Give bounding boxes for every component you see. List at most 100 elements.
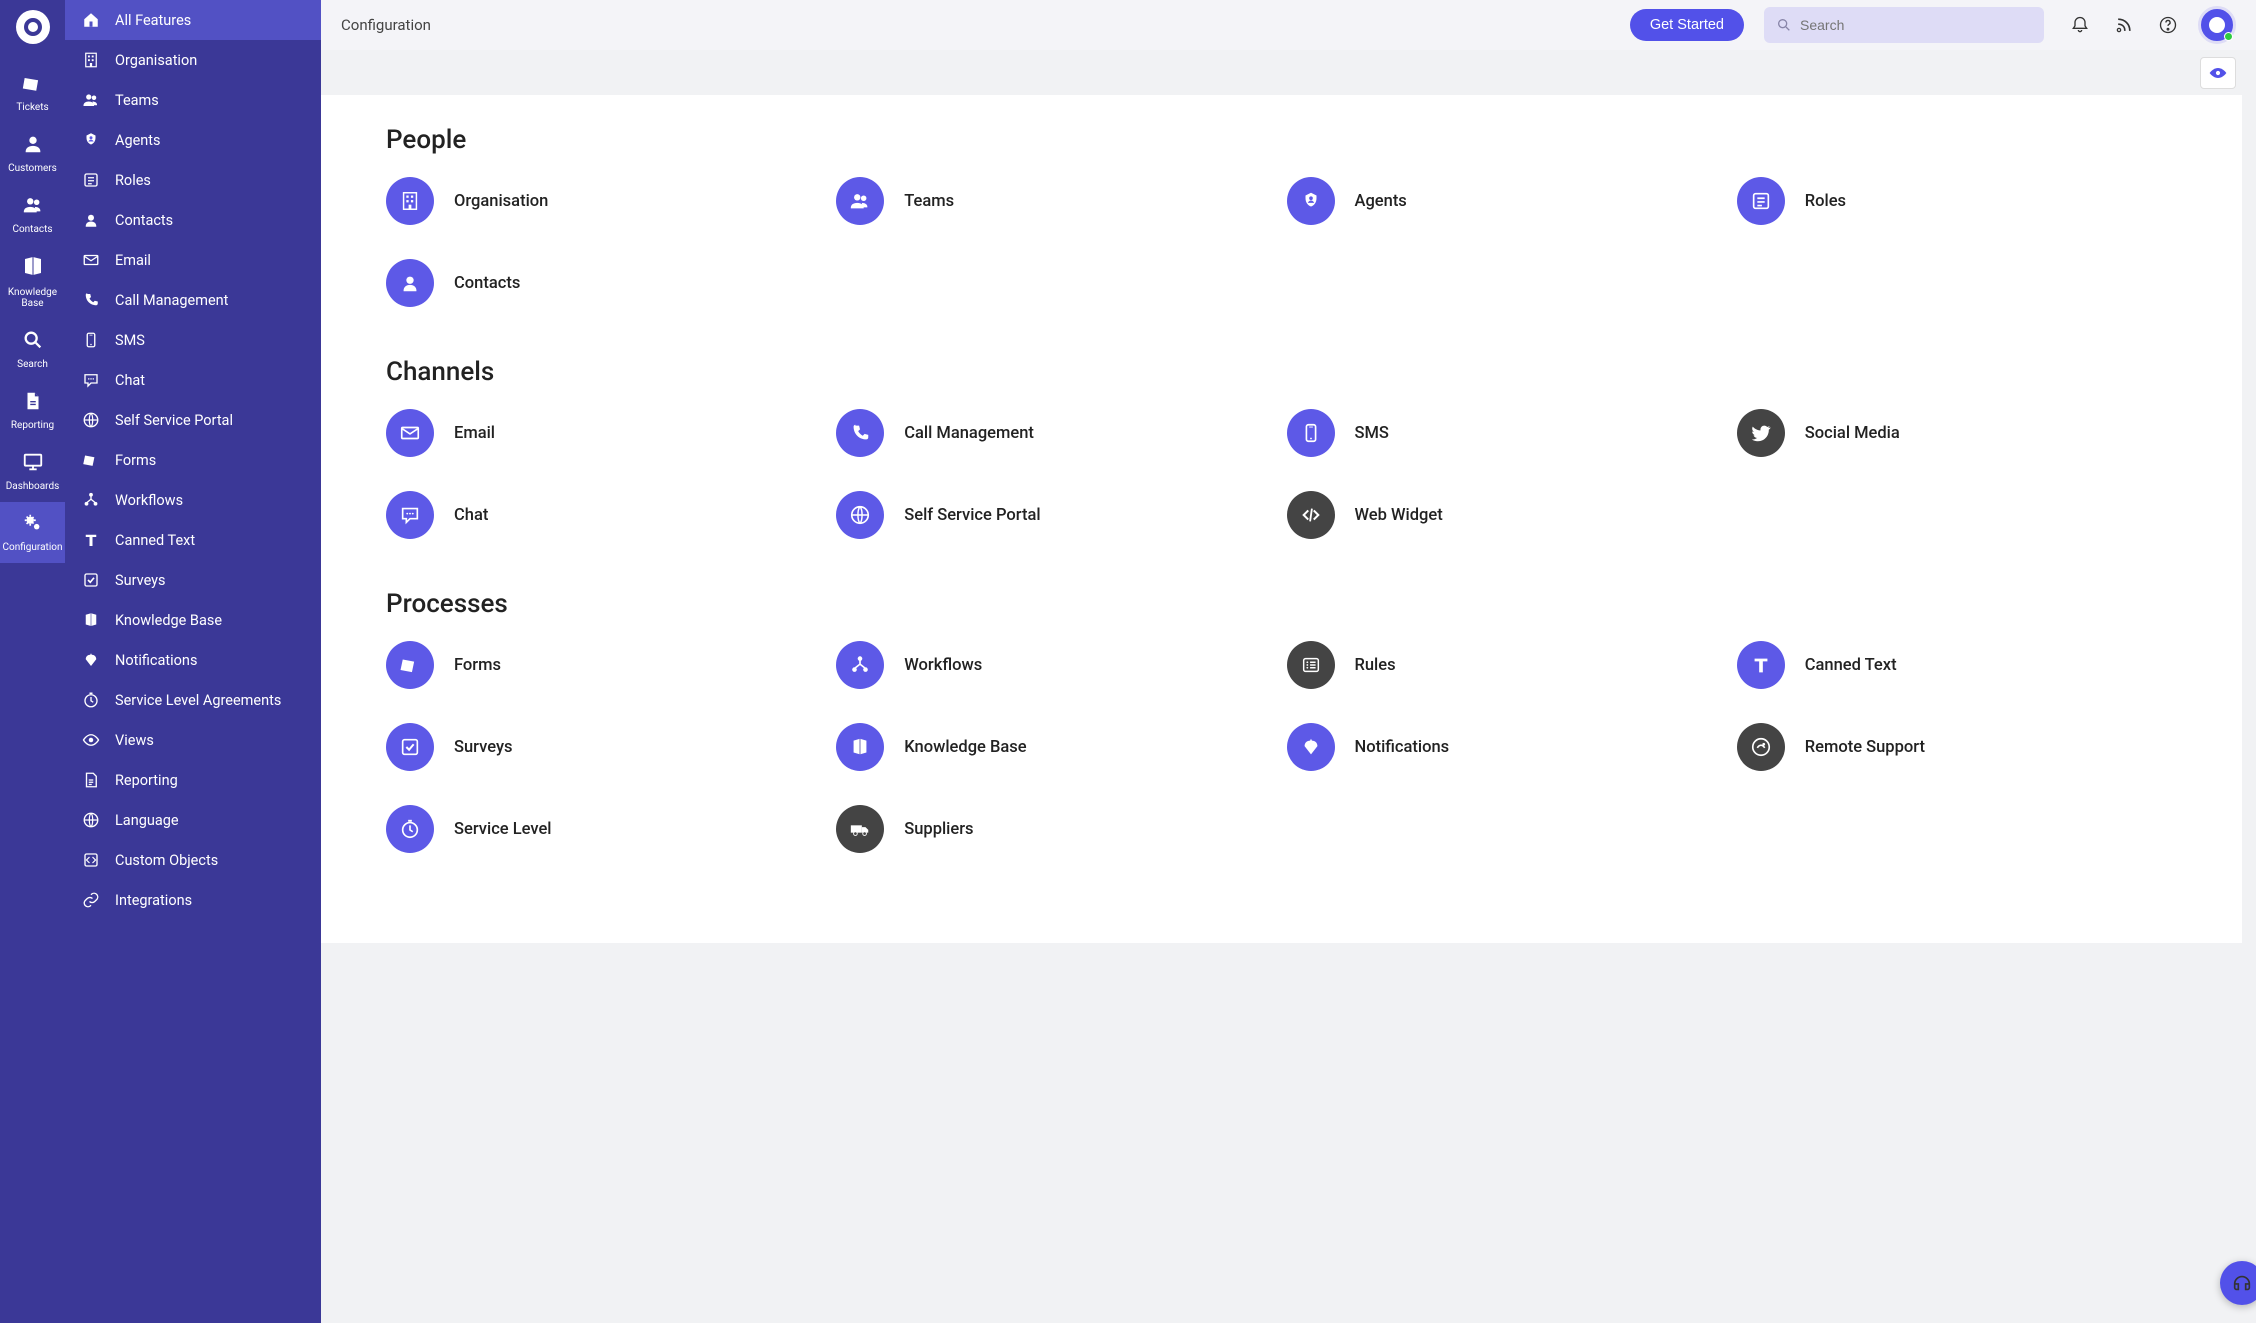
feature-knowledge-base[interactable]: Knowledge Base — [836, 723, 1276, 771]
feature-surveys[interactable]: Surveys — [386, 723, 826, 771]
subnav-all-features[interactable]: All Features — [65, 0, 321, 40]
subnav-organisation[interactable]: Organisation — [65, 40, 321, 80]
subnav-reporting[interactable]: Reporting — [65, 760, 321, 800]
get-started-button[interactable]: Get Started — [1630, 9, 1744, 41]
mail-icon — [386, 409, 434, 457]
preview-button[interactable] — [2200, 57, 2236, 89]
subheader — [321, 50, 2256, 95]
feature-remote-support[interactable]: Remote Support — [1737, 723, 2177, 771]
remote-icon — [1737, 723, 1785, 771]
feature-web-widget[interactable]: Web Widget — [1287, 491, 1727, 539]
feature-social-media[interactable]: Social Media — [1737, 409, 2177, 457]
subnav-roles[interactable]: Roles — [65, 160, 321, 200]
subnav-call-management[interactable]: Call Management — [65, 280, 321, 320]
feature-suppliers[interactable]: Suppliers — [836, 805, 1276, 853]
subnav-custom-objects[interactable]: Custom Objects — [65, 840, 321, 880]
subnav-label: Notifications — [115, 652, 197, 669]
feed-icon[interactable] — [2112, 13, 2136, 37]
subnav-notifications[interactable]: Notifications — [65, 640, 321, 680]
section-title-processes: Processes — [386, 589, 2177, 619]
nav-label: Contacts — [12, 224, 52, 235]
chat-icon — [386, 491, 434, 539]
home-icon — [81, 10, 101, 30]
app-logo[interactable] — [16, 10, 50, 44]
subnav-label: Service Level Agreements — [115, 692, 281, 709]
subnav-canned-text[interactable]: Canned Text — [65, 520, 321, 560]
feature-rules[interactable]: Rules — [1287, 641, 1727, 689]
subnav-knowledge-base[interactable]: Knowledge Base — [65, 600, 321, 640]
subnav-label: Reporting — [115, 772, 178, 789]
presence-dot — [2224, 32, 2233, 41]
feature-canned-text[interactable]: Canned Text — [1737, 641, 2177, 689]
feature-chat[interactable]: Chat — [386, 491, 826, 539]
sla-icon — [81, 690, 101, 710]
roles-icon — [81, 170, 101, 190]
subnav-label: Surveys — [115, 572, 166, 589]
nav-label: Customers — [8, 163, 57, 174]
feature-contacts[interactable]: Contacts — [386, 259, 826, 307]
feature-notifications[interactable]: Notifications — [1287, 723, 1727, 771]
feature-agents[interactable]: Agents — [1287, 177, 1727, 225]
feature-email[interactable]: Email — [386, 409, 826, 457]
user-avatar[interactable] — [2198, 6, 2236, 44]
forms-icon — [81, 450, 101, 470]
eye-icon — [81, 730, 101, 750]
nav-knowledge-base[interactable]: Knowledge Base — [0, 245, 65, 319]
topbar: Configuration Get Started — [321, 0, 2256, 50]
agent-icon — [81, 130, 101, 150]
globe-icon — [81, 810, 101, 830]
nav-dashboards[interactable]: Dashboards — [0, 441, 65, 502]
users-icon — [836, 177, 884, 225]
workflow-icon — [81, 490, 101, 510]
globe-icon — [836, 491, 884, 539]
feature-label: SMS — [1355, 424, 1389, 443]
feature-forms[interactable]: Forms — [386, 641, 826, 689]
subnav-label: Knowledge Base — [115, 612, 222, 629]
content-scroll[interactable]: PeopleOrganisationTeamsAgentsRolesContac… — [321, 95, 2256, 1323]
primary-nav: Tickets Customers Contacts Knowledge Base Se… — [0, 0, 65, 1323]
sms-icon — [1287, 409, 1335, 457]
subnav-label: Contacts — [115, 212, 173, 229]
chat-fab[interactable] — [2220, 1261, 2256, 1305]
search-input[interactable] — [1800, 17, 2032, 33]
feature-sms[interactable]: SMS — [1287, 409, 1727, 457]
agent-icon — [1287, 177, 1335, 225]
feature-self-service-portal[interactable]: Self Service Portal — [836, 491, 1276, 539]
nav-contacts[interactable]: Contacts — [0, 184, 65, 245]
feature-workflows[interactable]: Workflows — [836, 641, 1276, 689]
feature-organisation[interactable]: Organisation — [386, 177, 826, 225]
feature-roles[interactable]: Roles — [1737, 177, 2177, 225]
subnav-label: SMS — [115, 332, 145, 349]
forms-icon — [386, 641, 434, 689]
subnav-sms[interactable]: SMS — [65, 320, 321, 360]
nav-label: Search — [17, 359, 48, 370]
nav-tickets[interactable]: Tickets — [0, 62, 65, 123]
subnav-email[interactable]: Email — [65, 240, 321, 280]
subnav-workflows[interactable]: Workflows — [65, 480, 321, 520]
subnav-language[interactable]: Language — [65, 800, 321, 840]
notifications-icon[interactable] — [2068, 13, 2092, 37]
feature-call-management[interactable]: Call Management — [836, 409, 1276, 457]
subnav-label: Organisation — [115, 52, 197, 69]
search-box[interactable] — [1764, 7, 2044, 43]
subnav-views[interactable]: Views — [65, 720, 321, 760]
nav-customers[interactable]: Customers — [0, 123, 65, 184]
subnav-teams[interactable]: Teams — [65, 80, 321, 120]
nav-search[interactable]: Search — [0, 319, 65, 380]
nav-configuration[interactable]: Configuration — [0, 502, 65, 563]
notify-icon — [81, 650, 101, 670]
text-icon — [81, 530, 101, 550]
subnav-agents[interactable]: Agents — [65, 120, 321, 160]
nav-reporting[interactable]: Reporting — [0, 380, 65, 441]
subnav-surveys[interactable]: Surveys — [65, 560, 321, 600]
help-icon[interactable] — [2156, 13, 2180, 37]
subnav-service-level-agreements[interactable]: Service Level Agreements — [65, 680, 321, 720]
building-icon — [81, 50, 101, 70]
subnav-integrations[interactable]: Integrations — [65, 880, 321, 920]
subnav-forms[interactable]: Forms — [65, 440, 321, 480]
subnav-chat[interactable]: Chat — [65, 360, 321, 400]
subnav-contacts[interactable]: Contacts — [65, 200, 321, 240]
feature-teams[interactable]: Teams — [836, 177, 1276, 225]
subnav-self-service-portal[interactable]: Self Service Portal — [65, 400, 321, 440]
feature-service-level[interactable]: Service Level — [386, 805, 826, 853]
